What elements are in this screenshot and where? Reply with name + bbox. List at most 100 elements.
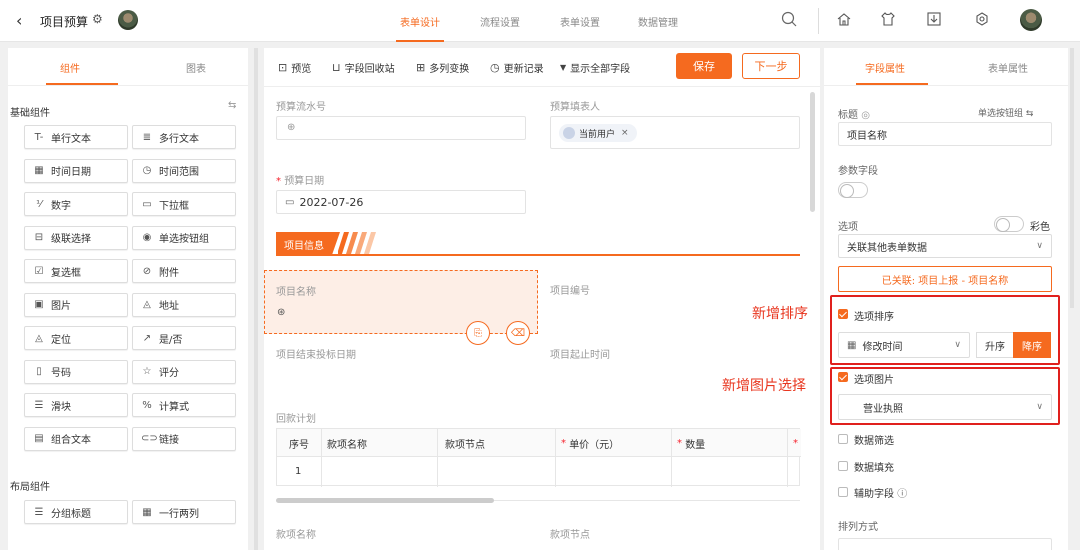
component-icon: ☰ bbox=[34, 399, 44, 411]
chevron-left-icon[interactable]: ‹ bbox=[16, 11, 22, 30]
col-divider bbox=[671, 429, 672, 487]
component-button[interactable]: ≣ 多行文本 bbox=[132, 125, 236, 149]
component-icon: ☰ bbox=[34, 506, 44, 518]
user-avatar[interactable] bbox=[1020, 9, 1042, 31]
avatar[interactable] bbox=[118, 10, 138, 30]
component-button[interactable]: ▦ 时间日期 bbox=[24, 158, 128, 183]
info-icon: ⓘ bbox=[897, 489, 908, 500]
tab-border bbox=[8, 85, 248, 86]
tab-form-properties[interactable]: 表单属性 bbox=[988, 60, 1028, 75]
color-toggle[interactable] bbox=[994, 216, 1024, 232]
budget-date-field[interactable]: ▭ 2022-07-26 bbox=[276, 190, 526, 214]
settings-icon[interactable]: ⚙ bbox=[92, 12, 103, 26]
collapse-icon[interactable]: ⇆ bbox=[228, 100, 236, 111]
component-label: 定位 bbox=[51, 334, 71, 346]
component-icon: ▯ bbox=[36, 366, 42, 377]
component-icon: ▦ bbox=[142, 506, 152, 518]
preview-button[interactable]: ⊡ 预览 bbox=[278, 60, 311, 75]
home-icon[interactable] bbox=[836, 11, 852, 27]
field-type-label[interactable]: 单选按钮组 ⇆ bbox=[978, 106, 1033, 119]
download-icon[interactable] bbox=[926, 11, 942, 27]
next-step-button[interactable]: 下一步 bbox=[742, 53, 800, 79]
page-title: 项目预算 bbox=[40, 15, 89, 29]
tab-data-management[interactable]: 数据管理 bbox=[638, 14, 678, 29]
component-button[interactable]: ▤ 组合文本 bbox=[24, 426, 128, 451]
multi-column-button[interactable]: ⊞ 多列变换 bbox=[416, 60, 469, 75]
component-button[interactable]: ☑ 复选框 bbox=[24, 259, 128, 283]
component-button[interactable]: % 计算式 bbox=[132, 393, 236, 417]
tab-process-settings[interactable]: 流程设置 bbox=[480, 14, 520, 29]
component-icon: ◬ bbox=[143, 299, 151, 310]
component-button[interactable]: ⊟ 级联选择 bbox=[24, 225, 128, 250]
component-button[interactable]: ↗ 是/否 bbox=[132, 326, 236, 350]
component-label: 计算式 bbox=[159, 401, 189, 413]
data-fill-label: 数据填充 bbox=[854, 463, 894, 474]
copy-icon[interactable]: ⎘ bbox=[466, 321, 490, 345]
right-scrollbar[interactable] bbox=[1070, 48, 1074, 308]
project-name-field-selected[interactable]: 项目名称 ⊛ bbox=[264, 270, 538, 334]
arrange-select[interactable] bbox=[838, 538, 1052, 550]
options-source-select[interactable]: 关联其他表单数据 ∨ bbox=[838, 234, 1052, 258]
show-all-fields-toggle[interactable]: ▼ 显示全部字段 bbox=[560, 60, 630, 75]
component-button[interactable]: ⅟ 数字 bbox=[24, 192, 128, 216]
component-button[interactable]: ⊘ 附件 bbox=[132, 259, 236, 283]
filler-field[interactable]: 当前用户 × bbox=[550, 116, 800, 149]
component-button[interactable]: ◬ 定位 bbox=[24, 326, 128, 350]
aux-field-checkbox[interactable] bbox=[838, 487, 848, 497]
component-label: 滑块 bbox=[51, 401, 71, 413]
data-fill-checkbox[interactable] bbox=[838, 461, 848, 471]
component-button[interactable]: ▯ 号码 bbox=[24, 359, 128, 384]
calendar-icon: ▭ bbox=[285, 196, 295, 208]
close-icon[interactable]: × bbox=[621, 128, 629, 138]
component-button[interactable]: ▣ 图片 bbox=[24, 292, 128, 317]
component-button[interactable]: T- 单行文本 bbox=[24, 125, 128, 149]
component-button[interactable]: ◉ 单选按钮组 bbox=[132, 225, 236, 250]
component-button[interactable]: ◷ 时间范围 bbox=[132, 158, 236, 183]
param-field-toggle[interactable] bbox=[838, 182, 868, 198]
section-stripes bbox=[338, 232, 376, 254]
table-header-cell: * 单价（元） bbox=[561, 437, 620, 451]
component-icon: ◬ bbox=[35, 332, 43, 344]
component-label: 附件 bbox=[159, 267, 179, 279]
gear-icon[interactable] bbox=[974, 11, 990, 27]
component-button[interactable]: ▦ 一行两列 bbox=[132, 500, 236, 524]
field-label: * 预算日期 bbox=[276, 176, 325, 187]
component-label: 一行两列 bbox=[159, 508, 199, 520]
component-icon: ≣ bbox=[142, 131, 152, 143]
color-label: 彩色 bbox=[1030, 222, 1050, 233]
search-icon[interactable] bbox=[780, 10, 798, 28]
component-button[interactable]: ☆ 评分 bbox=[132, 359, 236, 384]
component-icon: T- bbox=[34, 131, 44, 143]
component-button[interactable]: ◬ 地址 bbox=[132, 292, 236, 317]
tab-components[interactable]: 组件 bbox=[60, 60, 80, 75]
component-button[interactable]: ⊂⊃ 链接 bbox=[132, 426, 236, 451]
left-scrollbar[interactable] bbox=[254, 48, 258, 550]
table-scrollbar[interactable] bbox=[276, 498, 494, 503]
canvas-scrollbar[interactable] bbox=[810, 92, 815, 212]
preview-icon: ⊡ bbox=[278, 61, 288, 74]
data-filter-checkbox[interactable] bbox=[838, 434, 848, 444]
current-user-tag[interactable]: 当前用户 × bbox=[559, 124, 637, 142]
component-button[interactable]: ☰ 分组标题 bbox=[24, 500, 128, 524]
save-button[interactable]: 保存 bbox=[676, 53, 732, 79]
component-icon: ☑ bbox=[34, 265, 44, 277]
component-button[interactable]: ☰ 滑块 bbox=[24, 393, 128, 417]
linked-form-button[interactable]: 已关联: 项目上报 - 项目名称 bbox=[838, 266, 1052, 292]
delete-icon[interactable]: ⌫ bbox=[506, 321, 530, 345]
history-button[interactable]: ◷ 更新记录 bbox=[490, 60, 544, 75]
component-label: 是/否 bbox=[159, 334, 183, 346]
recycle-bin-button[interactable]: ⊔ 字段回收站 bbox=[332, 60, 395, 75]
clock-icon: ◷ bbox=[490, 61, 500, 74]
chevron-down-icon: ∨ bbox=[1036, 241, 1043, 251]
component-button[interactable]: ▭ 下拉框 bbox=[132, 192, 236, 216]
serial-number-field[interactable]: ⊕ bbox=[276, 116, 526, 140]
field-label: 项目编号 bbox=[550, 286, 590, 297]
tab-form-settings[interactable]: 表单设置 bbox=[560, 14, 600, 29]
tab-field-properties[interactable]: 字段属性 bbox=[865, 60, 905, 75]
component-icon: ☆ bbox=[142, 366, 152, 377]
tab-charts[interactable]: 图表 bbox=[186, 60, 206, 75]
shirt-icon[interactable] bbox=[880, 11, 896, 27]
component-label: 号码 bbox=[51, 368, 71, 379]
tab-form-design[interactable]: 表单设计 bbox=[400, 14, 440, 29]
title-input[interactable]: 项目名称 bbox=[838, 122, 1052, 146]
